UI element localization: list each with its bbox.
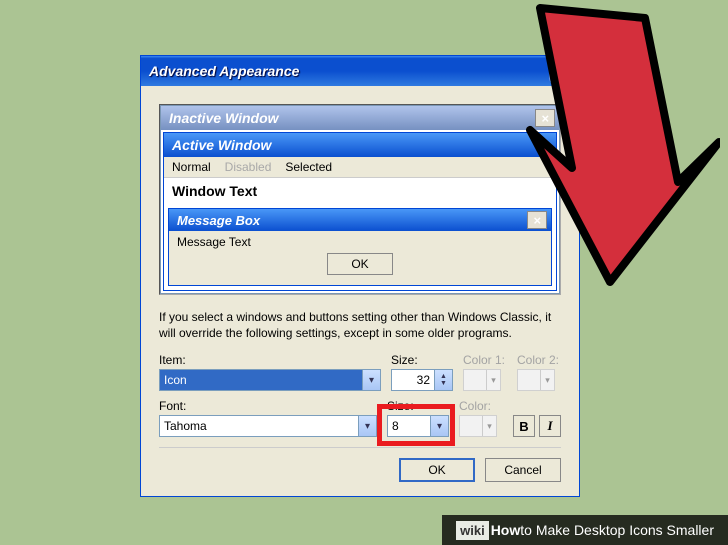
cancel-button[interactable]: Cancel — [485, 458, 561, 482]
preview-area: Inactive Window × Active Window Normal D… — [159, 104, 561, 295]
close-icon[interactable]: × — [535, 109, 555, 127]
dialog-button-row: OK Cancel — [159, 447, 561, 482]
preview-menu-bar: Normal Disabled Selected — [164, 157, 556, 178]
close-icon[interactable]: × — [527, 211, 547, 229]
help-button[interactable]: ? — [549, 60, 571, 82]
menu-normal[interactable]: Normal — [172, 160, 211, 174]
item-combo[interactable]: Icon ▾ — [159, 369, 381, 391]
color1-label: Color 1: — [463, 353, 507, 367]
font-size-combo[interactable]: 8 ▾ — [387, 415, 449, 437]
inactive-title-text: Inactive Window — [169, 110, 279, 126]
chevron-down-icon: ▾ — [486, 370, 500, 390]
spinner-icon[interactable]: ▲▼ — [434, 370, 452, 390]
chevron-down-icon[interactable]: ▾ — [430, 416, 448, 436]
preview-active-titlebar: Active Window — [164, 133, 556, 157]
menu-selected[interactable]: Selected — [285, 160, 332, 174]
font-row: Font: Tahoma ▾ Size: 8 ▾ Color: ▾ B I — [159, 399, 561, 437]
dialog-title: Advanced Appearance — [149, 63, 299, 79]
chevron-down-icon: ▾ — [540, 370, 554, 390]
item-row: Item: Icon ▾ Size: 32 ▲▼ Color 1: ▾ Colo… — [159, 353, 561, 391]
hint-text: If you select a windows and buttons sett… — [159, 309, 561, 341]
ok-button[interactable]: OK — [399, 458, 475, 482]
chevron-down-icon[interactable]: ▾ — [362, 370, 380, 390]
msgbox-titlebar: Message Box × — [169, 209, 551, 231]
chevron-down-icon[interactable]: ▾ — [358, 416, 376, 436]
color2-label: Color 2: — [517, 353, 561, 367]
color2-picker: ▾ — [517, 369, 555, 391]
advanced-appearance-dialog: Advanced Appearance ? Inactive Window × … — [140, 55, 580, 497]
preview-window-text: Window Text — [164, 178, 556, 204]
preview-active-window: Active Window Normal Disabled Selected W… — [163, 132, 557, 291]
font-combo[interactable]: Tahoma ▾ — [159, 415, 377, 437]
msgbox-text: Message Text — [177, 235, 543, 249]
item-size-label: Size: — [391, 353, 453, 367]
item-value: Icon — [164, 373, 187, 387]
font-label: Font: — [159, 399, 377, 413]
dialog-body: Inactive Window × Active Window Normal D… — [141, 86, 579, 496]
preview-message-box: Message Box × Message Text OK — [168, 208, 552, 286]
titlebar[interactable]: Advanced Appearance ? — [141, 56, 579, 86]
wiki-logo: wiki — [456, 521, 489, 540]
msgbox-body: Message Text OK — [169, 231, 551, 285]
msgbox-title-text: Message Box — [177, 213, 260, 228]
font-color-picker: ▾ — [459, 415, 497, 437]
close-x-glyph: × — [533, 213, 541, 228]
close-x-glyph: × — [541, 111, 549, 126]
font-value: Tahoma — [164, 419, 207, 433]
font-size-label: Size: — [387, 399, 449, 413]
preview-inactive-titlebar: Inactive Window × — [161, 106, 559, 130]
msgbox-ok-button[interactable]: OK — [327, 253, 393, 275]
active-title-text: Active Window — [172, 137, 271, 153]
caption-strip: wiki How to Make Desktop Icons Smaller — [442, 515, 728, 545]
bold-button[interactable]: B — [513, 415, 535, 437]
color1-picker: ▾ — [463, 369, 501, 391]
menu-disabled: Disabled — [225, 160, 272, 174]
italic-button[interactable]: I — [539, 415, 561, 437]
help-icon: ? — [556, 63, 565, 79]
font-color-label: Color: — [459, 399, 503, 413]
caption-text: to Make Desktop Icons Smaller — [520, 522, 714, 538]
item-size-spinner[interactable]: 32 ▲▼ — [391, 369, 453, 391]
item-label: Item: — [159, 353, 381, 367]
preview-inactive-window: Inactive Window × Active Window Normal D… — [160, 105, 560, 294]
chevron-down-icon: ▾ — [482, 416, 496, 436]
caption-how: How — [491, 522, 521, 538]
font-size-value: 8 — [392, 419, 399, 433]
